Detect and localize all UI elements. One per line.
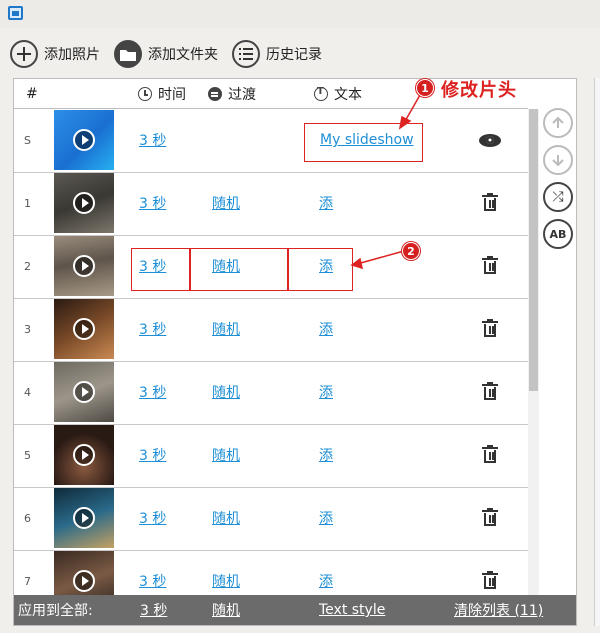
annotation-badge-2: 2 xyxy=(402,242,420,260)
annotation-badge-1: 1 xyxy=(416,79,434,97)
annotation-note-1: 修改片头 xyxy=(441,80,517,101)
